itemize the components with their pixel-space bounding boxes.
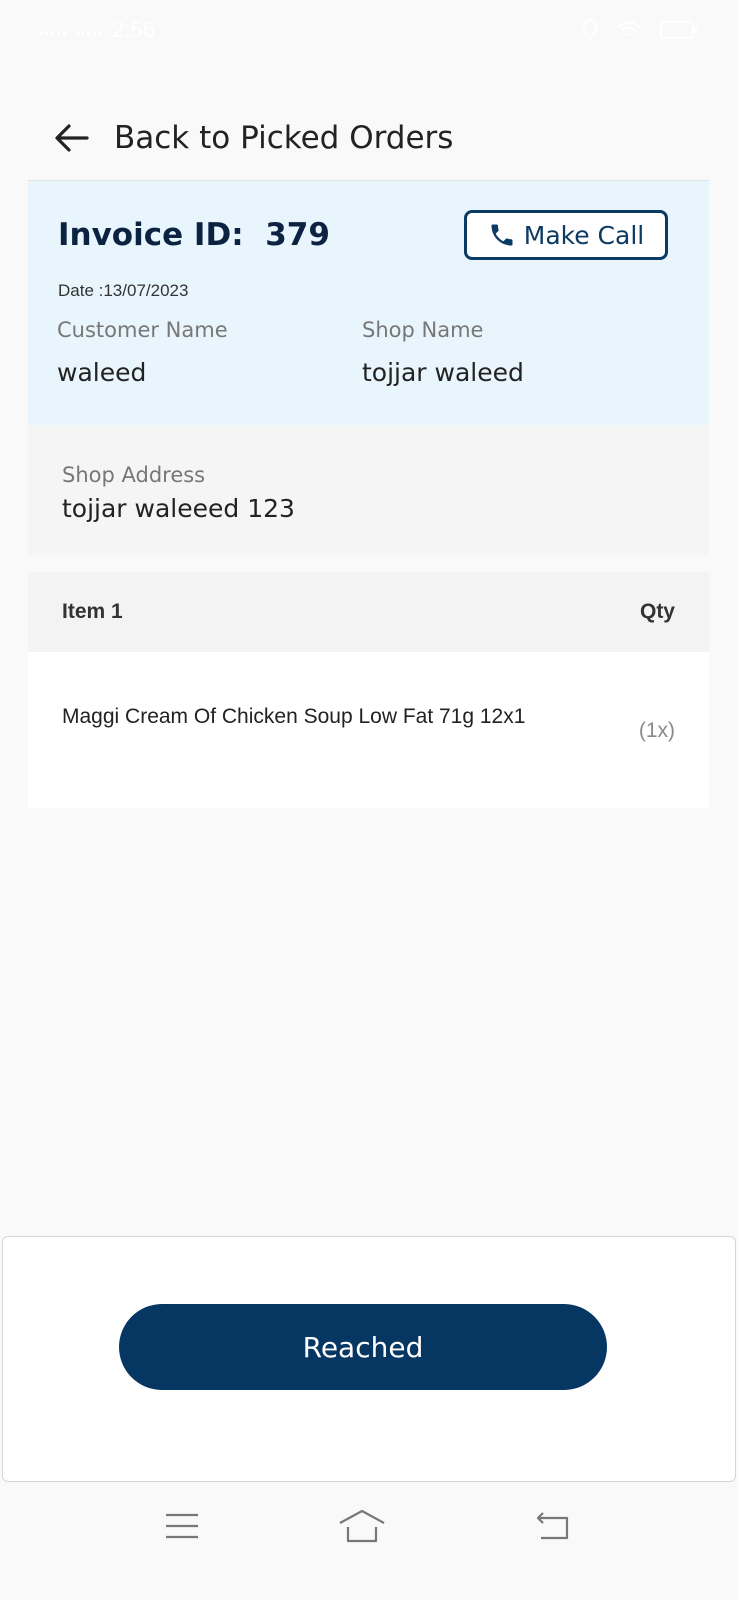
- phone-icon: [491, 224, 513, 246]
- bottom-action-panel: Reached: [2, 1236, 736, 1482]
- page-title[interactable]: Back to Picked Orders: [114, 120, 453, 156]
- status-bar: 2:56: [0, 0, 738, 60]
- item-name: Maggi Cream Of Chicken Soup Low Fat 71g …: [62, 705, 526, 728]
- items-card: Item 1 Qty Maggi Cream Of Chicken Soup L…: [28, 572, 709, 808]
- back-icon[interactable]: [522, 1506, 582, 1546]
- shop-address-card: Shop Address tojjar waleeed 123: [28, 425, 709, 555]
- wifi-icon: [617, 21, 641, 36]
- item-qty: (1x): [638, 719, 675, 742]
- home-icon[interactable]: [332, 1506, 392, 1546]
- header: Back to Picked Orders: [0, 100, 738, 176]
- items-header: Item 1 Qty: [28, 572, 709, 652]
- invoice-id: Invoice ID: 379: [58, 217, 330, 253]
- status-time: 2:56: [112, 17, 155, 42]
- item-column-header: Item 1: [62, 600, 123, 623]
- shop-address-value: tojjar waleeed 123: [62, 494, 295, 523]
- invoice-card: Invoice ID: 379 Make Call Date :13/07/20…: [28, 181, 709, 425]
- shop-name-value: tojjar waleed: [362, 358, 524, 387]
- system-nav-bar: [0, 1484, 738, 1600]
- reached-button[interactable]: Reached: [119, 1304, 607, 1390]
- make-call-label: Make Call: [523, 220, 645, 250]
- invoice-date: Date :13/07/2023: [58, 281, 189, 300]
- location-icon: [582, 19, 598, 41]
- arrow-left-icon[interactable]: [52, 118, 92, 158]
- reached-label: Reached: [302, 1330, 424, 1364]
- battery-icon: [660, 21, 697, 39]
- menu-icon[interactable]: [152, 1506, 212, 1546]
- customer-name-value: waleed: [57, 358, 147, 387]
- list-item: Maggi Cream Of Chicken Soup Low Fat 71g …: [28, 652, 709, 808]
- qty-column-header: Qty: [639, 600, 675, 623]
- shop-address-label: Shop Address: [62, 463, 206, 487]
- invoice-id-value: 379: [265, 217, 330, 253]
- customer-name-label: Customer Name: [57, 318, 228, 342]
- signal-icon: [40, 25, 66, 35]
- signal-icon-2: [76, 25, 102, 35]
- invoice-id-label: Invoice ID:: [58, 217, 244, 253]
- shop-name-label: Shop Name: [362, 318, 484, 342]
- make-call-button[interactable]: Make Call: [464, 210, 668, 260]
